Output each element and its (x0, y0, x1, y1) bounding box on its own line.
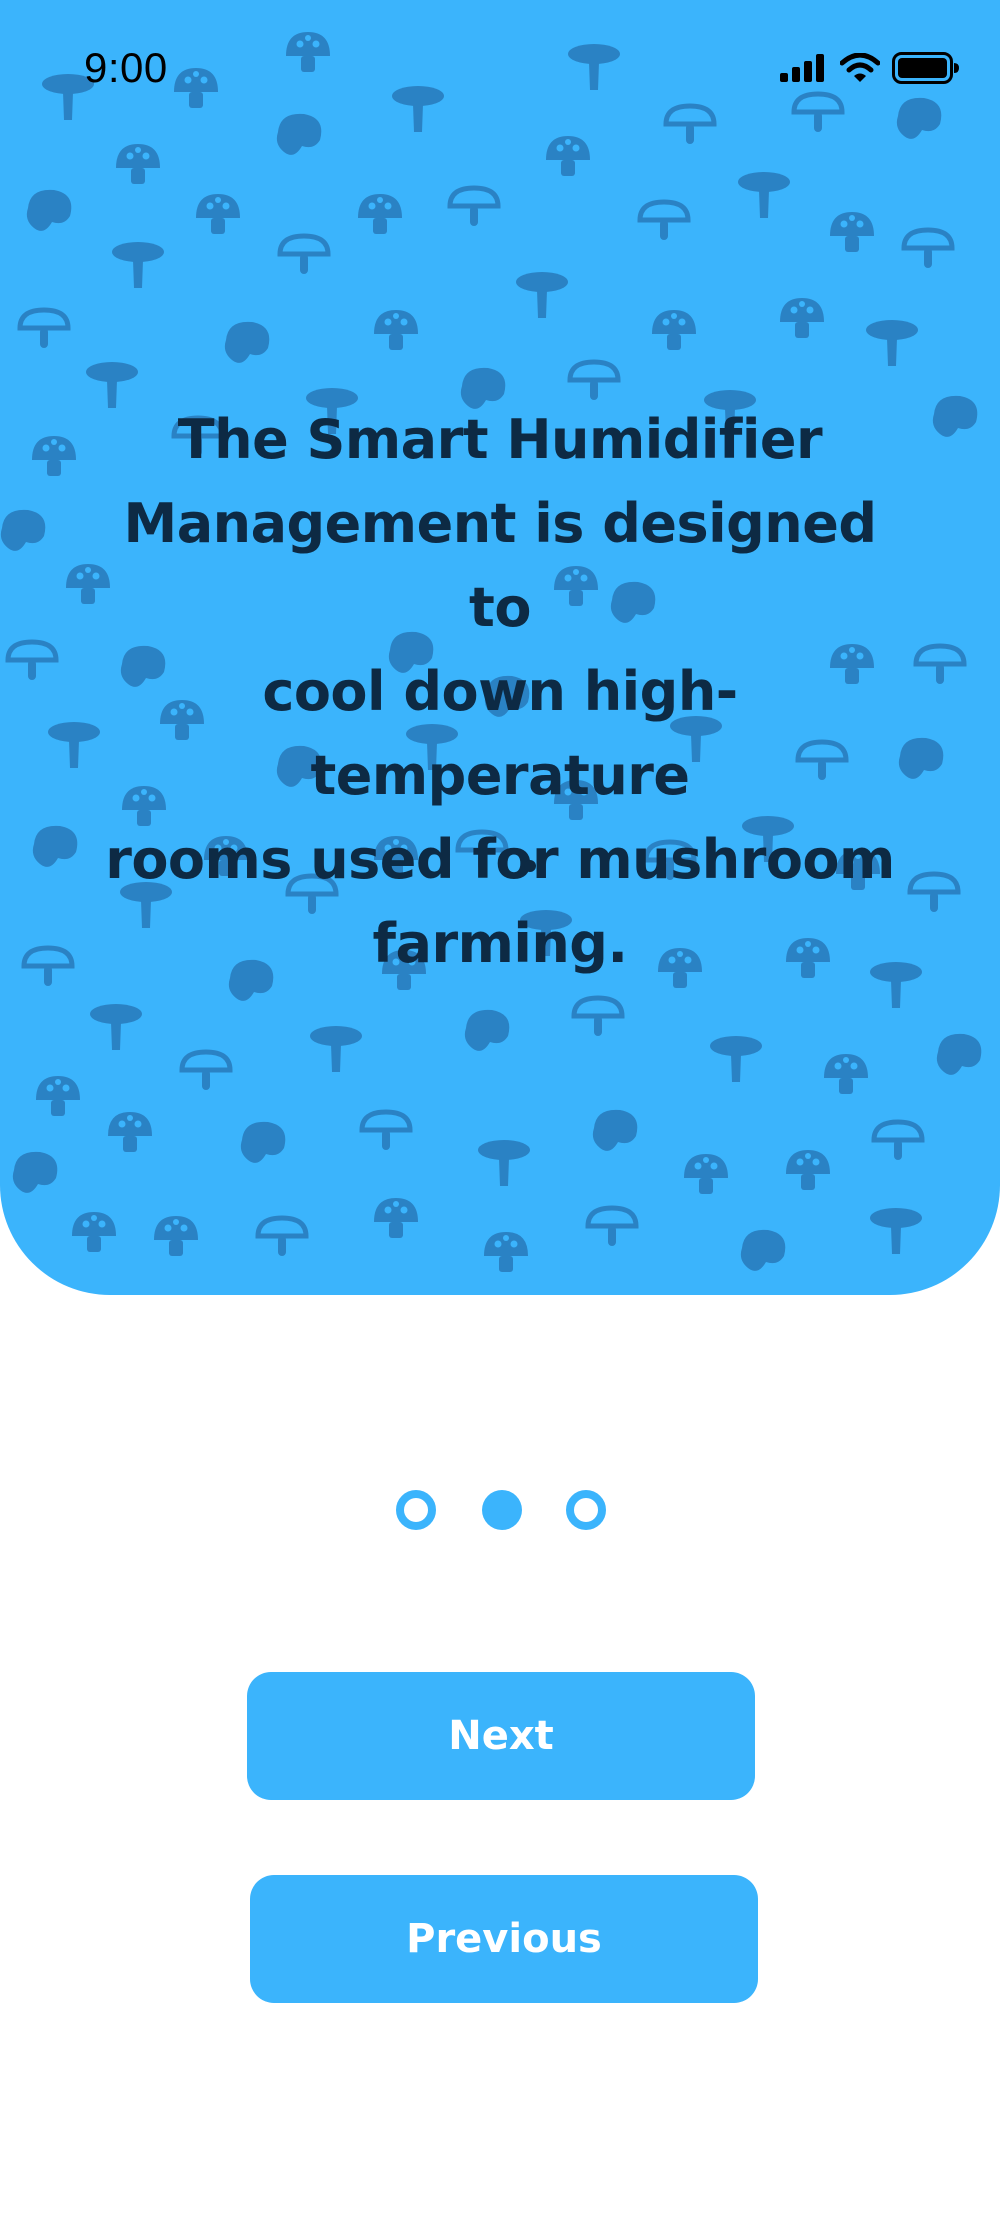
description-line: Management is designed to (123, 492, 877, 639)
signal-icon (780, 54, 824, 82)
page-indicator (0, 1490, 1000, 1530)
status-time: 9:00 (84, 44, 168, 91)
trailing-period (524, 860, 536, 872)
page-dot-1[interactable] (396, 1490, 436, 1530)
next-button-label: Next (448, 1713, 554, 1759)
previous-button-label: Previous (406, 1916, 602, 1962)
wifi-icon (840, 53, 880, 82)
hero-panel: 9:00 The Smart Humidifier Management is … (0, 0, 1000, 1295)
status-bar: 9:00 (0, 0, 1000, 140)
description-line: farming. (372, 912, 628, 975)
next-button[interactable]: Next (247, 1672, 755, 1800)
description-line: The Smart Humidifier (177, 408, 823, 471)
description-line: cool down high-temperature (262, 660, 738, 807)
status-icons (780, 52, 960, 84)
page-dot-2-active[interactable] (482, 1490, 522, 1530)
previous-button[interactable]: Previous (250, 1875, 758, 2003)
battery-icon (892, 52, 959, 84)
onboarding-description: The Smart Humidifier Management is desig… (90, 398, 910, 986)
description-line: rooms used for mushroom (105, 828, 895, 891)
page-dot-3[interactable] (566, 1490, 606, 1530)
